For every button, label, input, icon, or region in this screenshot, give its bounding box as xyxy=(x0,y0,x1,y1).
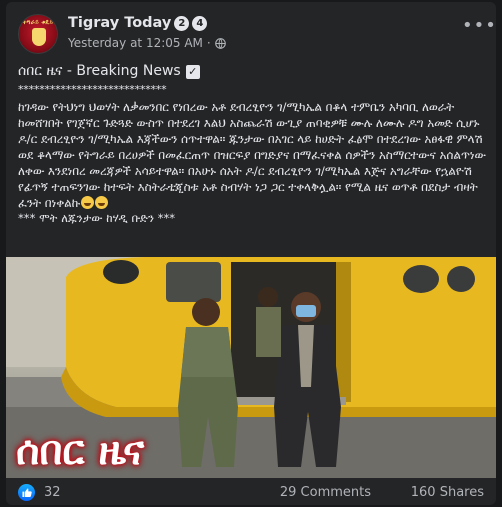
reaction-count[interactable]: 32 xyxy=(44,485,61,500)
laughing-emoji-icon xyxy=(81,195,95,209)
post-header: ትግራይ ቱዴይ Tigray Today 2 4 Yesterday at 1… xyxy=(6,2,496,62)
post-card: ትግራይ ቱዴይ Tigray Today 2 4 Yesterday at 1… xyxy=(6,2,496,505)
image-caption: ሰበር ዜና xyxy=(16,427,145,474)
post-timestamp[interactable]: Yesterday at 12:05 AM xyxy=(68,36,203,50)
like-reaction-icon[interactable] xyxy=(18,484,35,501)
post-title: ሰበር ዜና - Breaking News xyxy=(18,63,181,79)
reactions-bar: 32 29 Comments 160 Shares xyxy=(6,478,496,505)
post-footer: *** ሞት ለጁንታው ከሃዲ ቡድን *** xyxy=(18,210,176,225)
check-box-icon: ✓ xyxy=(185,64,200,79)
page-avatar[interactable]: ትግራይ ቱዴይ xyxy=(18,14,58,54)
avatar-emblem-icon xyxy=(32,28,46,46)
badge-count-1: 2 xyxy=(174,15,190,31)
badge-count-2: 4 xyxy=(192,15,208,31)
more-options-icon[interactable]: ••• xyxy=(462,17,496,40)
post-image[interactable]: ሰበር ዜና xyxy=(6,257,496,478)
post-title-line: ሰበር ዜና - Breaking News ✓ xyxy=(18,63,488,80)
post-meta: Yesterday at 12:05 AM · xyxy=(68,36,226,50)
shares-count[interactable]: 160 Shares xyxy=(411,485,484,500)
post-body: ከገዳው የትህነግ ህወሃት ለቃመንበር የነበረው አቶ ደብረፂዮን ገ… xyxy=(18,99,488,211)
comments-count[interactable]: 29 Comments xyxy=(280,485,371,500)
stars-divider: **************************** xyxy=(18,82,167,96)
page-name-link[interactable]: Tigray Today 2 4 xyxy=(68,15,208,31)
page-name[interactable]: Tigray Today xyxy=(68,15,171,31)
laughing-emoji-icon xyxy=(95,195,109,209)
globe-icon[interactable] xyxy=(214,37,226,49)
avatar-logo-text: ትግራይ ቱዴይ xyxy=(22,19,54,26)
post-body-text: ከገዳው የትህነግ ህወሃት ለቃመንበር የነበረው አቶ ደብረፂዮን ገ… xyxy=(18,99,486,210)
post-text: ሰበር ዜና - Breaking News ✓ ***************… xyxy=(18,63,488,226)
meta-separator: · xyxy=(206,36,211,50)
